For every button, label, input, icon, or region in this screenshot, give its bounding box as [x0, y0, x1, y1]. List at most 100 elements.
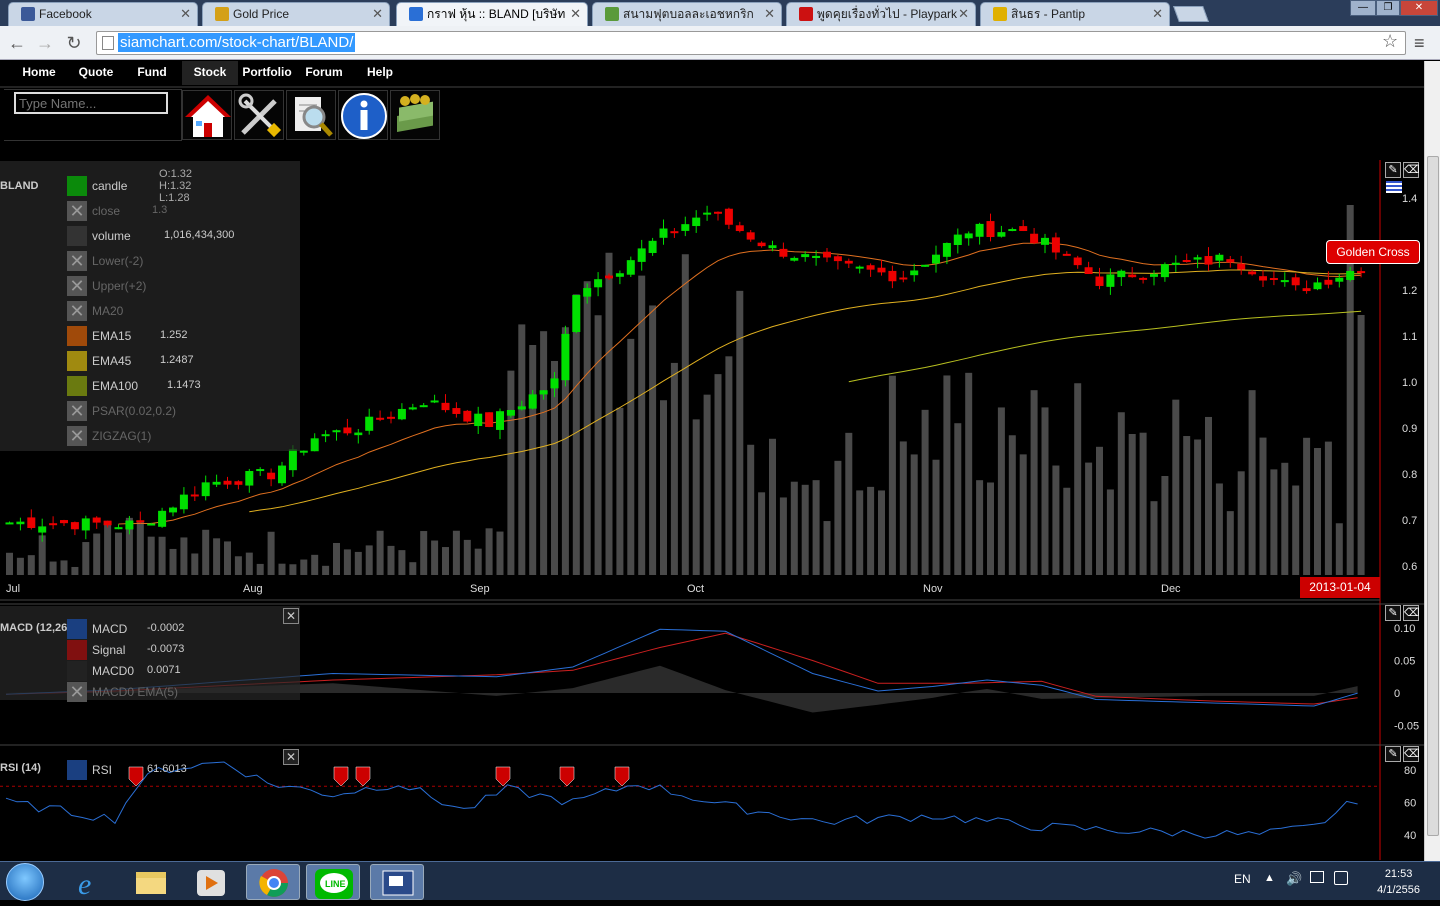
reload-button[interactable]: ↻ — [62, 31, 86, 55]
system-clock[interactable]: 21:53 4/1/2556 — [1377, 866, 1420, 898]
presentation-app-icon[interactable] — [370, 864, 424, 900]
close-icon[interactable]: ✕ — [570, 3, 581, 25]
money-stack-icon[interactable] — [390, 90, 440, 140]
scrollbar-thumb[interactable] — [1427, 156, 1439, 836]
url-text[interactable]: siamchart.com/stock-chart/BLAND/ — [118, 33, 356, 52]
volume-bar — [1106, 489, 1114, 575]
nav-fund[interactable]: Fund — [128, 61, 176, 85]
settings-tools-icon[interactable] — [234, 90, 284, 140]
candle-body — [408, 407, 417, 410]
nav-forum[interactable]: Forum — [298, 61, 350, 85]
close-panel-button[interactable]: ✕ — [283, 749, 299, 765]
legend-swatch[interactable]: ✕ — [67, 251, 87, 271]
volume-bar — [398, 550, 406, 575]
back-button[interactable]: ← — [5, 31, 29, 55]
nav-home[interactable]: Home — [14, 61, 64, 85]
volume-bar — [1237, 471, 1245, 575]
close-icon[interactable]: ✕ — [764, 3, 775, 25]
eraser-icon[interactable]: ⌫ — [1403, 162, 1420, 178]
forward-button[interactable]: → — [33, 31, 57, 55]
candle-body — [855, 266, 864, 269]
file-explorer-icon[interactable] — [124, 864, 178, 900]
legend-swatch[interactable] — [67, 226, 87, 246]
legend-swatch[interactable]: ✕ — [67, 682, 87, 702]
menu-icon[interactable]: ≡ — [1414, 33, 1425, 54]
candle-body — [583, 288, 592, 297]
tab-gold-price[interactable]: Gold Price ✕ — [202, 2, 390, 26]
close-icon[interactable]: ✕ — [372, 3, 383, 25]
legend-swatch[interactable] — [67, 640, 87, 660]
language-indicator[interactable]: EN — [1234, 872, 1251, 886]
pencil-icon[interactable]: ✎ — [1385, 746, 1401, 762]
nav-help[interactable]: Help — [358, 61, 402, 85]
new-tab-button[interactable] — [1173, 6, 1209, 22]
volume-bar — [311, 554, 319, 575]
candle-body — [190, 494, 199, 497]
legend-swatch[interactable] — [67, 176, 87, 196]
internet-explorer-icon[interactable]: e — [64, 864, 118, 901]
chart-type-icon[interactable] — [1386, 181, 1402, 193]
tab-bland-chart[interactable]: กราฟ หุ้น :: BLAND [บริษัท ✕ — [396, 2, 588, 26]
volume-bar — [322, 565, 330, 575]
bookmark-star-icon[interactable]: ☆ — [1382, 31, 1398, 52]
candle-body — [288, 449, 297, 471]
eraser-icon[interactable]: ⌫ — [1403, 605, 1420, 621]
volume-bar — [507, 370, 515, 575]
legend-swatch[interactable]: ✕ — [67, 201, 87, 221]
candle-body — [626, 260, 635, 275]
close-icon[interactable]: ✕ — [958, 3, 969, 25]
maximize-button[interactable]: ❐ — [1376, 0, 1400, 16]
nav-portfolio[interactable]: Portfolio — [238, 61, 296, 85]
legend-swatch[interactable]: ✕ — [67, 276, 87, 296]
page-scrollbar[interactable] — [1424, 61, 1440, 861]
info-icon[interactable] — [338, 90, 388, 140]
legend-swatch[interactable] — [67, 619, 87, 639]
action-center-icon[interactable] — [1334, 871, 1348, 885]
nav-stock[interactable]: Stock — [182, 61, 238, 85]
line-icon[interactable]: LINE — [306, 864, 360, 900]
close-icon[interactable]: ✕ — [180, 3, 191, 25]
legend-swatch[interactable]: ✕ — [67, 301, 87, 321]
volume-bar — [812, 480, 820, 575]
media-player-icon[interactable] — [184, 864, 238, 900]
legend-value: -0.0073 — [147, 643, 185, 655]
legend-name: close — [92, 204, 121, 218]
eraser-icon[interactable]: ⌫ — [1403, 746, 1420, 762]
legend-swatch[interactable]: ✕ — [67, 401, 87, 421]
close-panel-button[interactable]: ✕ — [283, 608, 299, 624]
tray-arrow-icon[interactable]: ▲ — [1264, 872, 1275, 884]
tab-playpark[interactable]: พูดคุยเรื่องทั่วไป - Playpark ✕ — [786, 2, 976, 26]
legend-value: 1.3 — [152, 204, 168, 216]
close-icon[interactable]: ✕ — [1152, 3, 1163, 25]
legend-swatch[interactable] — [67, 326, 87, 346]
tab-pantip[interactable]: สินธร - Pantip ✕ — [980, 2, 1170, 26]
chrome-icon[interactable] — [246, 864, 300, 900]
tab-facebook[interactable]: Facebook ✕ — [8, 2, 198, 26]
pencil-icon[interactable]: ✎ — [1385, 605, 1401, 621]
close-window-button[interactable]: ✕ — [1400, 0, 1438, 16]
volume-bar — [104, 520, 112, 575]
rsi-legend: RSI (14) RSI 61.6013 ✕ — [0, 747, 300, 783]
tab-football[interactable]: สนามฟุตบอลละเอชหกริก ✕ — [592, 2, 782, 26]
volume-icon[interactable]: 🔊 — [1286, 871, 1302, 887]
volume-bar — [191, 553, 199, 575]
legend-value: 1.1473 — [167, 379, 201, 391]
drawing-tools: ✎ ⌫ — [1385, 162, 1420, 178]
home-icon[interactable] — [182, 90, 232, 140]
candle-body — [1051, 237, 1060, 253]
legend-name: MACD0 — [92, 664, 135, 678]
network-icon[interactable] — [1310, 871, 1324, 883]
legend-swatch[interactable]: ✕ — [67, 426, 87, 446]
legend-swatch[interactable] — [67, 376, 87, 396]
start-button[interactable] — [6, 863, 44, 901]
stock-search-input[interactable] — [14, 92, 168, 114]
magnifier-document-icon[interactable] — [286, 90, 336, 140]
volume-bar — [224, 541, 231, 575]
pencil-icon[interactable]: ✎ — [1385, 162, 1401, 178]
nav-quote[interactable]: Quote — [72, 61, 120, 85]
high-value: H:1.32 — [159, 180, 192, 192]
legend-swatch[interactable] — [67, 760, 87, 780]
legend-swatch[interactable] — [67, 661, 87, 681]
minimize-button[interactable]: — — [1350, 0, 1376, 16]
legend-swatch[interactable] — [67, 351, 87, 371]
